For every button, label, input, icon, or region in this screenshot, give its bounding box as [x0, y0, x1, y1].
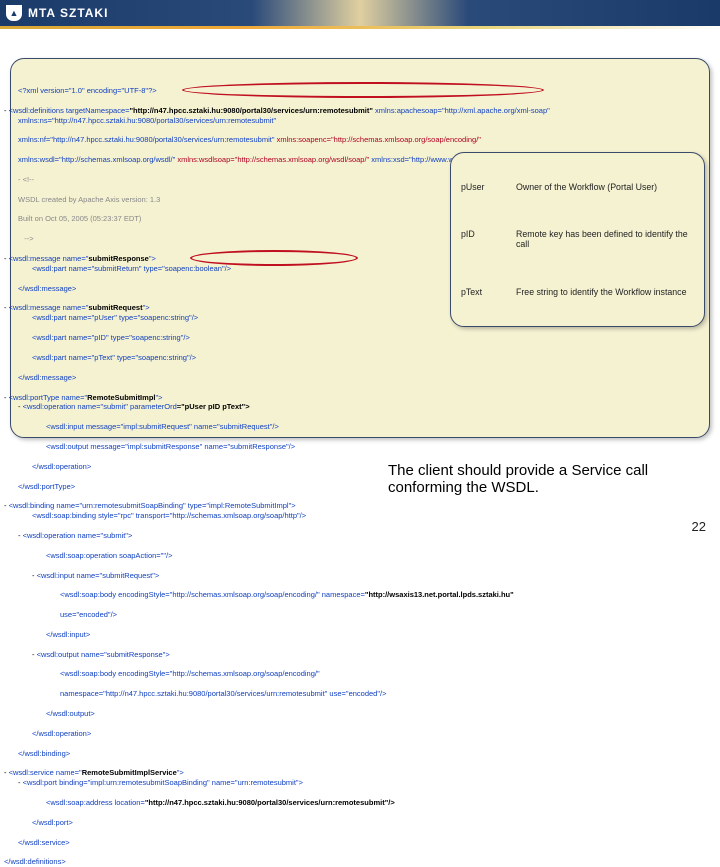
- info-key: pText: [461, 287, 516, 297]
- brand-logo: ▲ MTA SZTAKI: [6, 5, 108, 21]
- accent-bar: [0, 26, 720, 29]
- shield-icon: ▲: [6, 5, 22, 21]
- info-key: pID: [461, 229, 516, 249]
- info-val: Owner of the Workflow (Portal User): [516, 182, 694, 192]
- highlight-oval-namespace: [182, 82, 544, 98]
- brand-name: MTA SZTAKI: [28, 6, 108, 20]
- info-row: pUserOwner of the Workflow (Portal User): [461, 182, 694, 192]
- slide-caption: The client should provide a Service call…: [388, 462, 710, 496]
- info-row: pTextFree string to identify the Workflo…: [461, 287, 694, 297]
- param-bubble: pUserOwner of the Workflow (Portal User)…: [450, 152, 705, 327]
- info-val: Free string to identify the Workflow ins…: [516, 287, 694, 297]
- info-val: Remote key has been defined to identify …: [516, 229, 694, 249]
- slide-header: ▲ MTA SZTAKI: [0, 0, 720, 26]
- info-key: pUser: [461, 182, 516, 192]
- info-row: pIDRemote key has been defined to identi…: [461, 229, 694, 249]
- xml-decl: <?xml version="1.0" encoding="UTF-8"?>: [18, 86, 157, 95]
- highlight-oval-params: [190, 250, 358, 266]
